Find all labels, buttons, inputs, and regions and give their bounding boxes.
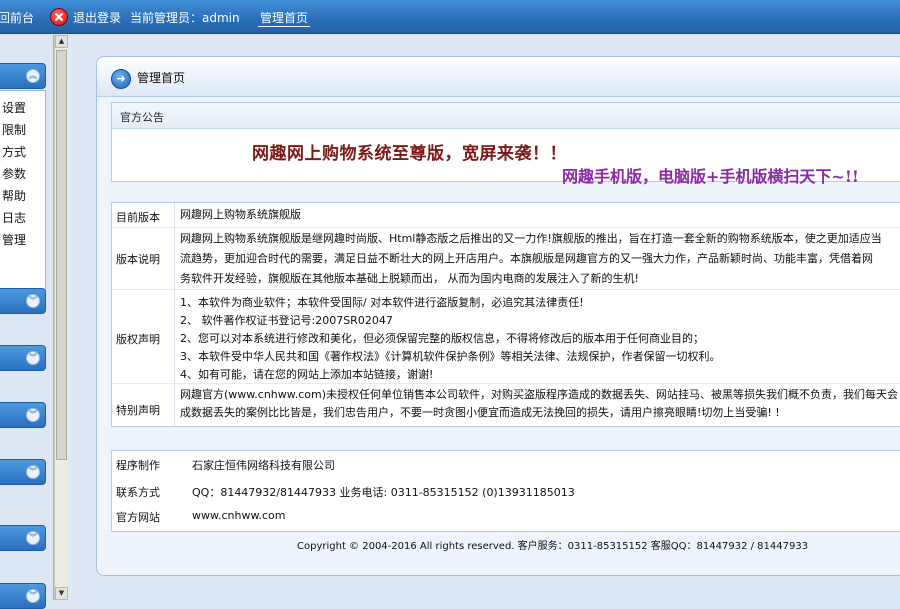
sidebar-panel-header[interactable]: ︾ — [0, 345, 46, 371]
website-link[interactable]: www.cnhww.com — [192, 509, 285, 522]
chevron-down-icon[interactable]: ︾ — [26, 351, 40, 365]
sidebar-item[interactable]: 参数 — [2, 165, 26, 182]
current-admin-text: 当前管理员：admin — [130, 11, 240, 25]
sidebar-panel-header[interactable]: ︾ — [0, 583, 46, 609]
sidebar-item[interactable]: 管理 — [2, 231, 26, 248]
sidebar-panel-header[interactable]: ︾ — [0, 459, 46, 485]
copyright-label: 版权声明 — [116, 333, 160, 346]
page-title: 管理首页 — [137, 71, 186, 85]
home-link-underline — [258, 26, 310, 27]
notice-subheadline[interactable]: 网趣手机版，电脑版+手机版横扫天下~!! — [562, 163, 859, 187]
notice-header: 官方公告 — [112, 103, 900, 129]
sidebar-panel-header[interactable]: ︾ — [0, 525, 46, 551]
main-panel: ➜ 管理首页 官方公告 网趣网上购物系统至尊版，宽屏来袭！！ 网趣手机版，电脑版… — [96, 56, 900, 576]
description-line: 流趋势，更加迎合时代的需要，满足日益不断壮大的网上开店用户。本旗舰版是网趣官方的… — [180, 252, 873, 265]
contact-value: QQ：81447932/81447933 业务电话: 0311-85315152… — [192, 486, 575, 499]
chevron-down-icon[interactable]: ︾ — [26, 465, 40, 479]
copyright-line: 1、本软件为商业软件；本软件受国际/ 对本软件进行盗版复制，必追究其法律责任! — [180, 296, 584, 309]
top-bar: 返回前台 退出登录 当前管理员：admin 管理首页 — [0, 0, 900, 34]
chevron-up-icon[interactable]: ︽ — [26, 69, 40, 83]
description-label: 版本说明 — [116, 253, 160, 266]
description-line: 务软件开发经验，旗舰版在其他版本基础上脱颖而出， 从而为国内电商的发展注入了新的… — [180, 272, 639, 285]
copyright-line: 2、您可以对本系统进行修改和美化，但必须保留完整的版权信息，不得将修改后的版本用… — [180, 332, 704, 345]
chevron-down-icon[interactable]: ︾ — [26, 531, 40, 545]
notice-headline[interactable]: 网趣网上购物系统至尊版，宽屏来袭！！ — [252, 139, 567, 164]
sidebar-panel-header[interactable]: ︾ — [0, 288, 46, 314]
arrow-right-circle-icon: ➜ — [111, 69, 131, 89]
special-notice-line: 网趣官方(www.cnhww.com)未授权任何单位销售本公司软件，对购买盗版程… — [180, 388, 899, 401]
back-to-front-link[interactable]: 返回前台 — [0, 9, 34, 26]
row-divider — [112, 289, 900, 290]
logout-link[interactable]: 退出登录 — [73, 9, 121, 26]
description-line: 网趣网上购物系统旗舰版是继网趣时尚版、Html静态版之后推出的又一力作!旗舰版的… — [180, 232, 882, 245]
copyright-line: 4、如有可能，请在您的网站上添加本站链接，谢谢! — [180, 368, 434, 381]
scroll-down-arrow-icon[interactable]: ▼ — [55, 587, 68, 600]
sidebar: ︽ 设置 限制 方式 参数 帮助 日志 管理 ︾ ︾ ︾ ︾ ︾ ︾ — [0, 35, 54, 609]
sidebar-panel-header-system[interactable]: ︽ — [0, 63, 46, 89]
main-panel-header: ➜ 管理首页 — [97, 57, 900, 97]
version-value: 网趣网上购物系统旗舰版 — [180, 208, 301, 221]
chevron-down-icon[interactable]: ︾ — [26, 294, 40, 308]
official-notice-box: 官方公告 网趣网上购物系统至尊版，宽屏来袭！！ 网趣手机版，电脑版+手机版横扫天… — [111, 102, 900, 186]
admin-home-link[interactable]: 管理首页 — [260, 9, 308, 26]
scroll-thumb[interactable] — [56, 50, 67, 460]
row-divider — [112, 227, 900, 228]
sidebar-scrollbar[interactable]: ▲ ▼ — [54, 35, 68, 600]
scroll-up-arrow-icon[interactable]: ▲ — [55, 35, 68, 48]
copyright-line: 3、本软件受中华人民共和国《著作权法》《计算机软件保护条例》等相关法律、法规保护… — [180, 350, 721, 363]
version-info-table: 目前版本 网趣网上购物系统旗舰版 版本说明 网趣网上购物系统旗舰版是继网趣时尚版… — [111, 202, 900, 428]
sidebar-item[interactable]: 帮助 — [2, 187, 26, 204]
chevron-down-icon[interactable]: ︾ — [26, 408, 40, 422]
copyright-line: 2、 软件著作权证书登记号:2007SR02047 — [180, 314, 393, 327]
version-label: 目前版本 — [116, 211, 160, 224]
sidebar-item[interactable]: 方式 — [2, 143, 26, 160]
column-divider — [174, 203, 175, 428]
footer-copyright: Copyright © 2004-2016 All rights reserve… — [297, 541, 809, 552]
sidebar-item[interactable]: 日志 — [2, 209, 26, 226]
sidebar-menu: 设置 限制 方式 参数 帮助 日志 管理 — [0, 90, 46, 290]
maker-label: 程序制作 — [116, 459, 160, 472]
special-notice-label: 特别声明 — [116, 404, 160, 417]
contact-label: 联系方式 — [116, 486, 160, 499]
contact-info-box: 程序制作 石家庄恒伟网络科技有限公司 联系方式 QQ：81447932/8144… — [111, 450, 900, 532]
sidebar-panel-header[interactable]: ︾ — [0, 402, 46, 428]
sidebar-item[interactable]: 设置 — [2, 99, 26, 116]
sidebar-item[interactable]: 限制 — [2, 121, 26, 138]
website-label: 官方网站 — [116, 511, 160, 524]
chevron-down-icon[interactable]: ︾ — [26, 589, 40, 603]
special-notice-line: 成数据丢失的案例比比皆是，我们忠告用户，不要一时贪图小便宜而造成无法挽回的损失，… — [180, 406, 780, 419]
maker-value: 石家庄恒伟网络科技有限公司 — [192, 459, 335, 472]
close-circle-icon[interactable] — [50, 8, 68, 26]
